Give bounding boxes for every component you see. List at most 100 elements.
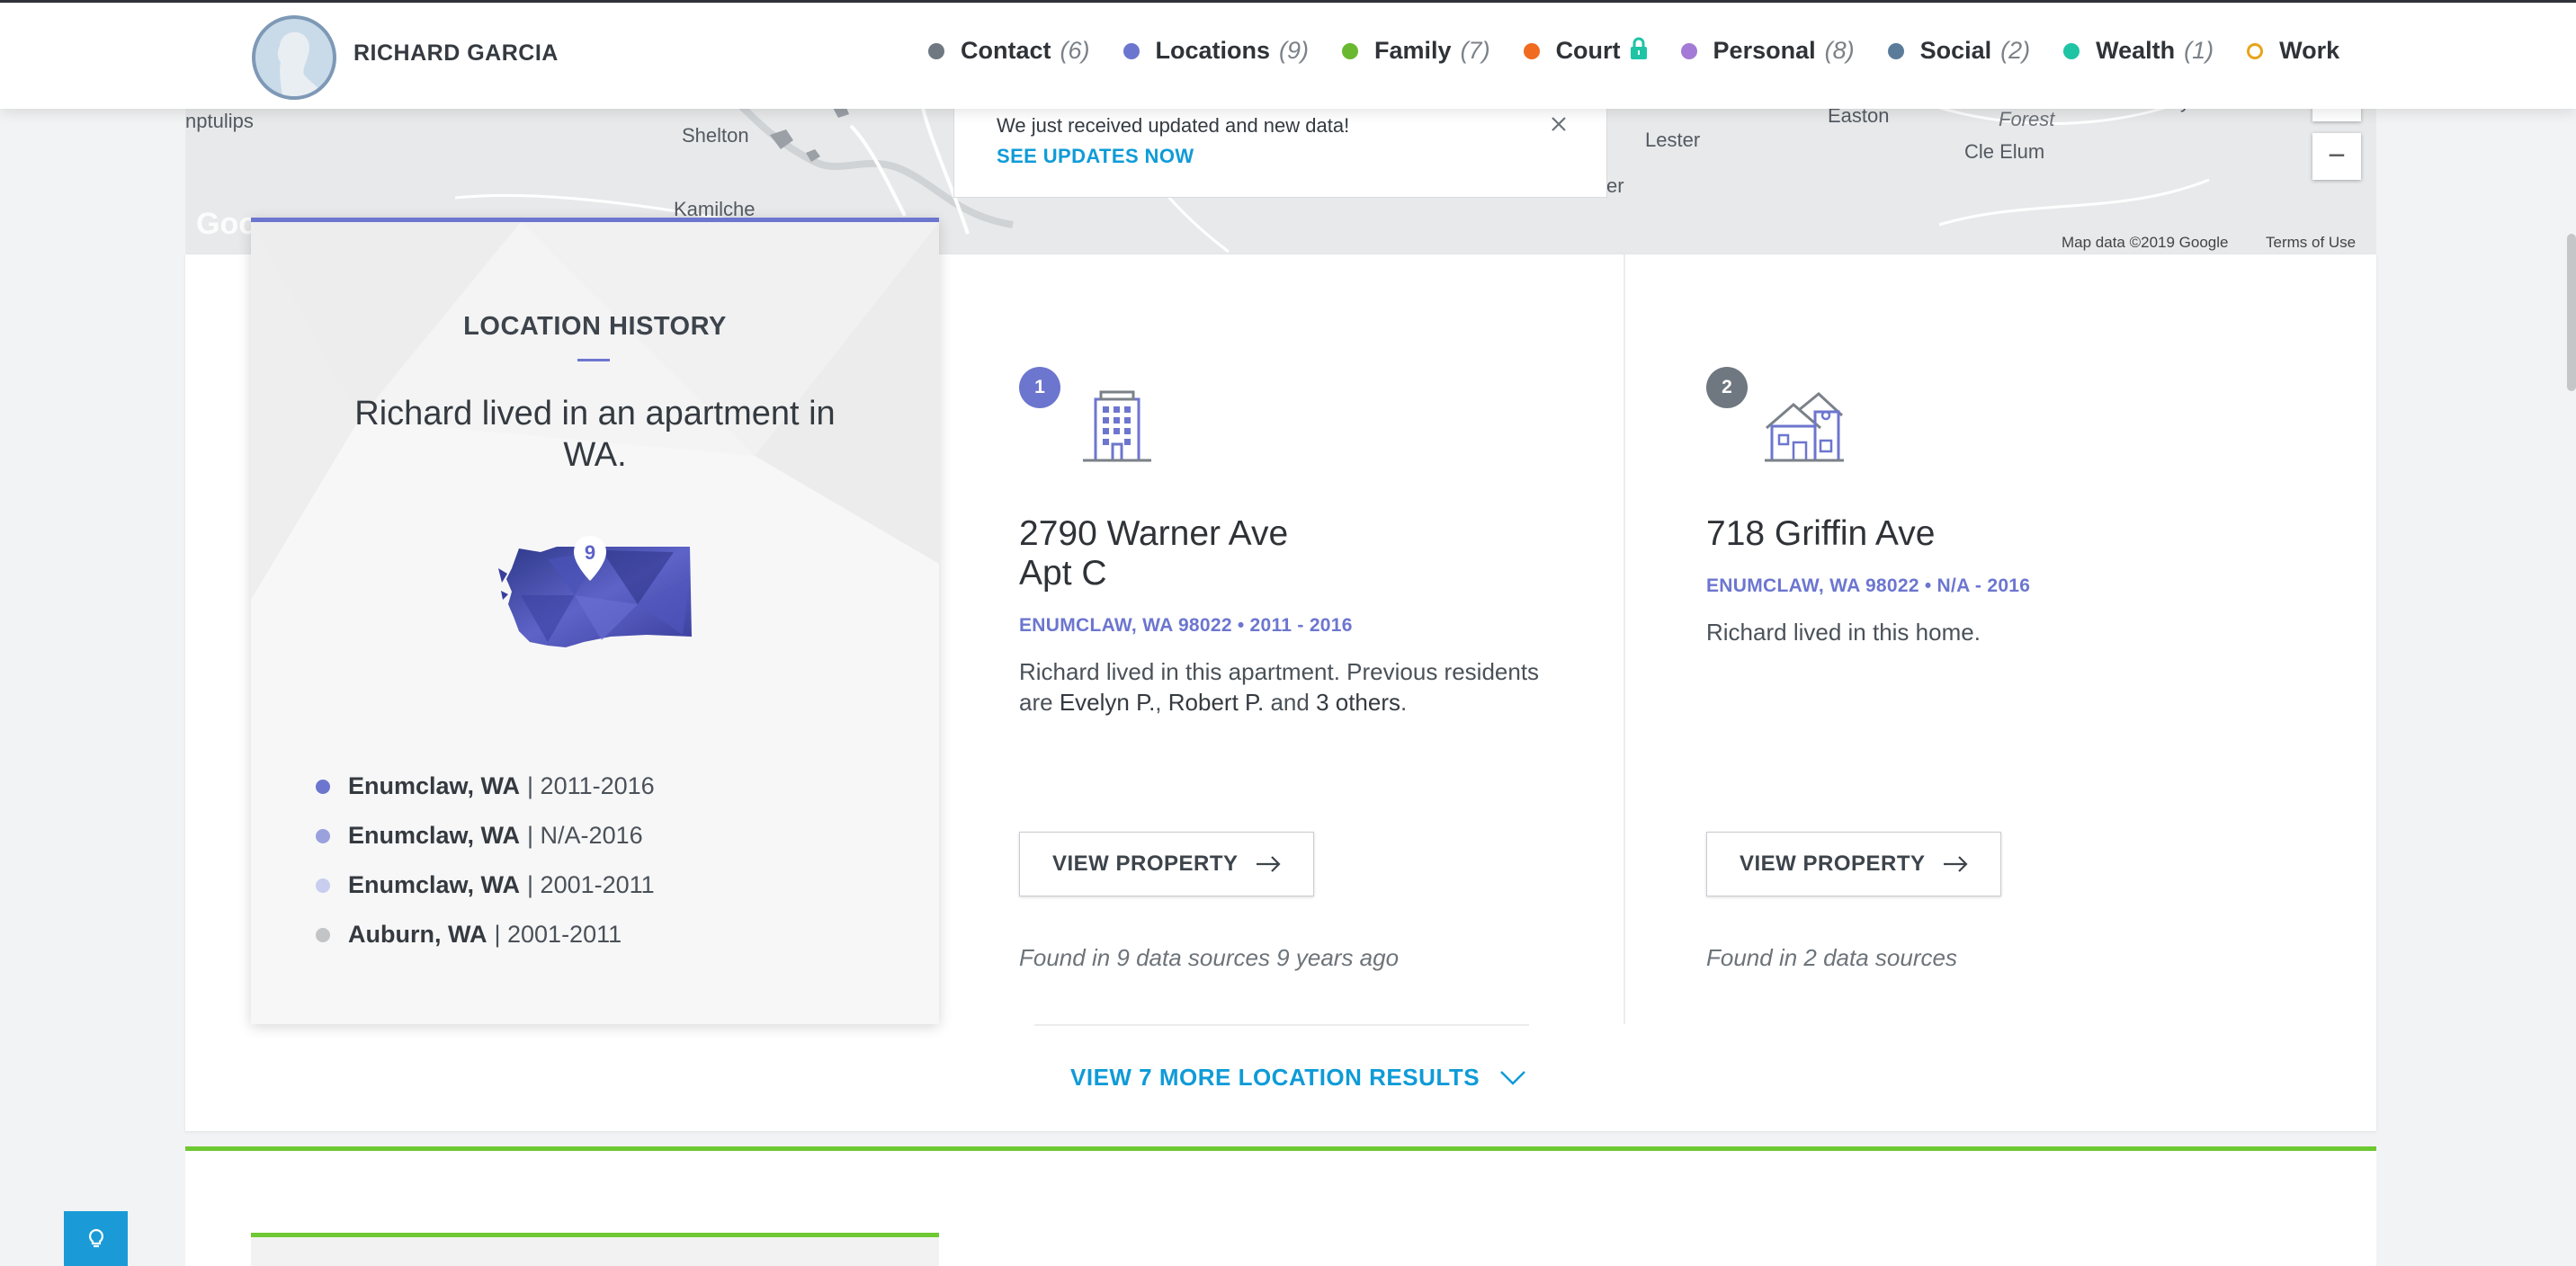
nav-count: (8) [1824, 37, 1855, 64]
see-updates-link[interactable]: SEE UPDATES NOW [997, 145, 1194, 168]
map-place-label: er [1606, 174, 1624, 197]
nav-label: Contact [961, 37, 1051, 64]
history-years: | 2001-2011 [527, 871, 655, 898]
history-dot-icon [316, 779, 330, 794]
nav-label: Social [1919, 37, 1992, 64]
washington-state-map: 9 [494, 536, 701, 663]
property-meta: ENUMCLAW, WA 98022 • N/A - 2016 [1706, 575, 2030, 597]
property-number-badge: 1 [1019, 367, 1060, 408]
description-text: and [1264, 689, 1317, 716]
view-property-button[interactable]: VIEW PROPERTY [1019, 832, 1314, 896]
nav-wealth[interactable]: Wealth (1) [2063, 37, 2214, 65]
tips-button[interactable] [64, 1211, 128, 1266]
social-dot-icon [1887, 42, 1904, 59]
history-dot-icon [316, 828, 330, 843]
nav-social[interactable]: Social (2) [1887, 37, 2031, 65]
map-place-label: Lester [1645, 129, 1701, 151]
google-logo: Goo [196, 207, 257, 241]
nav-count: (2) [2000, 37, 2031, 64]
unit-line: Apt C [1019, 554, 1107, 593]
history-dot-icon [316, 927, 330, 942]
nav-label: Locations [1155, 37, 1271, 64]
zoom-out-button[interactable]: − [2312, 133, 2361, 180]
list-item[interactable]: Enumclaw, WA | 2011-2016 [316, 762, 655, 811]
court-dot-icon [1523, 42, 1540, 59]
history-summary: Richard lived in an apartment in WA. [354, 395, 836, 474]
property-city: ENUMCLAW, WA 98022 [1019, 615, 1232, 636]
history-place: Enumclaw, WA [348, 871, 521, 898]
house-icon [1763, 388, 1846, 468]
list-item[interactable]: Auburn, WA | 2001-2011 [316, 910, 655, 959]
history-place: Enumclaw, WA [348, 822, 521, 849]
section-nav: Contact (6) Locations (9) Family (7) Cou… [928, 37, 2373, 65]
resident-name[interactable]: Evelyn P. [1060, 689, 1155, 716]
nav-label: Family [1374, 37, 1452, 64]
description-text: , [1155, 689, 1168, 716]
arrow-right-icon [1943, 856, 1968, 872]
nav-label: Court [1555, 37, 1621, 64]
view-more-locations-link[interactable]: VIEW 7 MORE LOCATION RESULTS [1070, 1064, 1526, 1092]
view-property-button[interactable]: VIEW PROPERTY [1706, 832, 2001, 896]
property-years: 2011 - 2016 [1249, 615, 1353, 636]
more-divider [1034, 1024, 1529, 1026]
button-label: VIEW PROPERTY [1052, 851, 1239, 876]
avatar[interactable] [252, 15, 336, 100]
top-header: RICHARD GARCIA Contact (6) Locations (9)… [0, 0, 2576, 109]
nav-court[interactable]: Court [1523, 37, 1648, 65]
other-residents-link[interactable]: 3 others [1316, 689, 1400, 716]
more-link-label: VIEW 7 MORE LOCATION RESULTS [1070, 1064, 1480, 1091]
close-icon[interactable] [1551, 116, 1567, 137]
pin-count: 9 [584, 541, 596, 564]
nav-contact[interactable]: Contact (6) [928, 37, 1090, 65]
nav-label: Wealth [2096, 37, 2176, 64]
meta-separator: • [1237, 615, 1245, 636]
personal-dot-icon [1680, 42, 1697, 59]
property-address: 2790 Warner Ave Apt C [1019, 514, 1288, 593]
nav-personal[interactable]: Personal (8) [1680, 37, 1855, 65]
data-source-note: Found in 2 data sources [1706, 944, 1957, 971]
nav-count: (6) [1060, 37, 1090, 64]
nav-family[interactable]: Family (7) [1342, 37, 1490, 65]
data-source-note: Found in 9 data sources 9 years ago [1019, 944, 1400, 971]
button-label: VIEW PROPERTY [1740, 851, 1926, 876]
page-scrollbar[interactable] [2567, 234, 2576, 391]
location-history-list: Enumclaw, WA | 2011-2016 Enumclaw, WA | … [316, 762, 655, 959]
property-description: Richard lived in this home. [1706, 619, 1981, 646]
lock-icon [1630, 37, 1648, 65]
wealth-dot-icon [2063, 42, 2080, 59]
notification-message: We just received updated and new data! [997, 114, 1350, 137]
history-years: | 2001-2011 [494, 921, 622, 948]
person-name: RICHARD GARCIA [353, 40, 559, 66]
history-place: Enumclaw, WA [348, 772, 521, 799]
property-city: ENUMCLAW, WA 98022 [1706, 575, 1919, 596]
column-divider [1623, 254, 1625, 1024]
lightbulb-icon [88, 1228, 103, 1247]
work-dot-icon [2247, 42, 2264, 59]
apartment-building-icon [1078, 385, 1157, 468]
list-item[interactable]: Enumclaw, WA | N/A-2016 [316, 811, 655, 860]
resident-name[interactable]: Robert P. [1168, 689, 1264, 716]
map-place-label: Shelton [682, 124, 749, 147]
property-number-badge: 2 [1706, 367, 1748, 408]
locations-dot-icon [1123, 42, 1140, 59]
nav-locations[interactable]: Locations (9) [1123, 37, 1310, 65]
street-line: 2790 Warner Ave [1019, 514, 1289, 553]
map-terms-link[interactable]: Terms of Use [2266, 234, 2356, 252]
polygon-background [251, 222, 939, 600]
map-place-label: nptulips [185, 110, 254, 132]
nav-label: Work [2279, 37, 2340, 64]
nav-label: Personal [1713, 37, 1816, 64]
street-line: 718 Griffin Ave [1706, 514, 1936, 553]
map-credit: Map data ©2019 Google [2062, 234, 2229, 251]
location-history-panel: LOCATION HISTORY Richard lived in an apa… [251, 218, 939, 1024]
nav-work[interactable]: Work [2247, 37, 2339, 65]
list-item[interactable]: Enumclaw, WA | 2001-2011 [316, 860, 655, 910]
property-address: 718 Griffin Ave [1706, 514, 1935, 554]
nav-count: (9) [1279, 37, 1310, 64]
arrow-right-icon [1256, 856, 1281, 872]
map-place-label: Forest [1999, 108, 2055, 130]
title-underline [577, 359, 610, 361]
history-years: | N/A-2016 [527, 822, 643, 849]
history-title: LOCATION HISTORY [463, 312, 727, 341]
meta-separator: • [1924, 575, 1932, 596]
